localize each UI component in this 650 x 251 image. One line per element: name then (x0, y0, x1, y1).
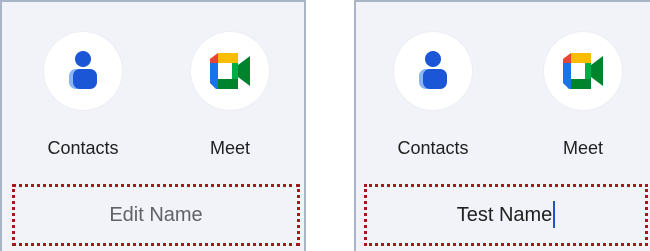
meet-icon (544, 32, 622, 110)
right-panel: Contacts Meet Test Name (354, 0, 650, 251)
left-panel: Contacts Meet Edit Name (0, 0, 306, 251)
meet-label: Meet (209, 138, 251, 158)
contacts-icon (44, 32, 122, 110)
edit-name-placeholder: Edit Name (109, 203, 203, 226)
contacts-label: Contacts (397, 138, 469, 158)
contacts-app[interactable]: Contacts (33, 32, 133, 159)
meet-app[interactable]: Meet (180, 32, 280, 159)
meet-label: Meet (562, 138, 604, 158)
name-input-field[interactable]: Test Name (364, 184, 648, 246)
contacts-icon (394, 32, 472, 110)
meet-icon (191, 32, 269, 110)
meet-app[interactable]: Meet (533, 32, 633, 159)
contacts-label: Contacts (47, 138, 119, 158)
edit-name-field[interactable]: Edit Name (12, 184, 300, 246)
name-input-value: Test Name (456, 203, 553, 226)
contacts-app[interactable]: Contacts (383, 32, 483, 159)
text-cursor (553, 200, 556, 228)
